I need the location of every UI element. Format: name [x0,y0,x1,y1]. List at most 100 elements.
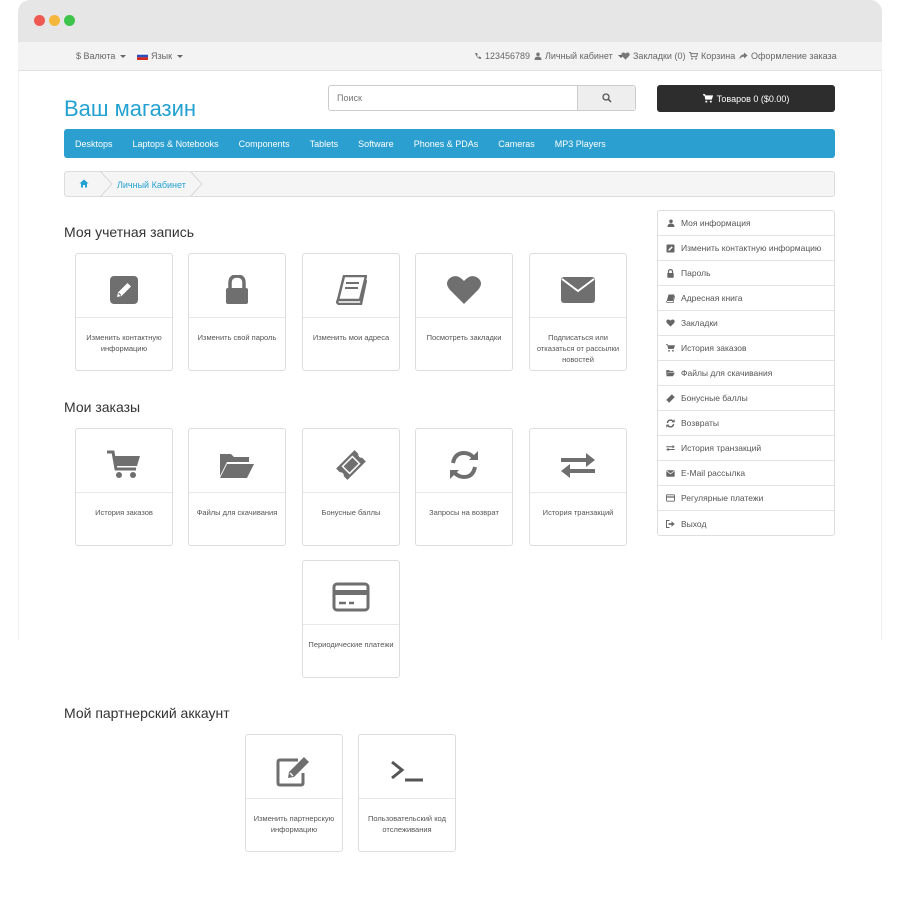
language-dropdown[interactable]: Язык [137,51,184,61]
refresh-icon [666,418,675,428]
breadcrumb: Личный Кабинет [64,171,835,197]
tile-returns[interactable]: Запросы на возврат [415,428,513,546]
section-title-affiliate: Мой партнерский аккаунт [64,705,230,721]
tile-tracking-code[interactable]: Пользовательский код отслеживания [358,734,456,852]
sidebar-item-label: E-Mail рассылка [681,468,746,478]
tile-divider [189,492,285,493]
tile-edit-contact-info[interactable]: Изменить контактную информацию [75,253,173,371]
lock-icon [667,268,674,278]
cart-icon [107,450,140,478]
edit-square-icon [666,244,675,252]
exchange-icon [666,445,675,452]
sidebar-item-label: Изменить контактную информацию [681,243,822,253]
phone-link[interactable]: 123456789 [474,51,530,61]
menu-item-cameras[interactable]: Cameras [498,139,535,149]
tile-label: Изменить контактную информацию [86,333,162,353]
heart-icon [621,52,630,60]
credit-card-icon [666,494,675,502]
search-button[interactable] [577,86,635,110]
sidebar-item-downloads[interactable]: Файлы для скачивания [658,361,834,386]
terminal-icon [391,760,423,782]
frame-left-border [18,70,19,640]
tile-transactions[interactable]: История транзакций [529,428,627,546]
sidebar-item-password[interactable]: Пароль [658,261,834,286]
tile-divider [246,798,342,799]
tile-label: Запросы на возврат [429,508,499,517]
sidebar-item-label: Бонусные баллы [681,393,748,403]
search-input[interactable] [329,86,579,110]
tile-divider [76,492,172,493]
sidebar-item-label: Адресная книга [681,293,743,303]
menu-item-phones[interactable]: Phones & PDAs [414,139,479,149]
tile-newsletter[interactable]: Подписаться или отказаться от рассылки н… [529,253,627,371]
sidebar-item-my-info[interactable]: Моя информация [658,211,834,236]
breadcrumb-current[interactable]: Личный Кабинет [117,180,186,190]
tile-divider [189,317,285,318]
share-arrow-icon [739,52,748,60]
cart-icon [689,52,698,60]
cart-link[interactable]: Корзина [689,51,735,61]
menu-item-components[interactable]: Components [239,139,290,149]
sidebar-item-recurring-payments[interactable]: Регулярные платежи [658,486,834,511]
section-title-orders: Мои заказы [64,399,141,415]
tile-downloads[interactable]: Файлы для скачивания [188,428,286,546]
tile-change-password[interactable]: Изменить свой пароль [188,253,286,371]
tile-edit-affiliate-info[interactable]: Изменить партнерскую информацию [245,734,343,852]
tile-label: Изменить мои адреса [312,333,390,342]
sidebar-item-transactions[interactable]: История транзакций [658,436,834,461]
folder-icon [666,370,675,377]
menu-item-mp3-players[interactable]: MP3 Players [555,139,606,149]
tile-label: История заказов [95,508,153,517]
cart-button[interactable]: Товаров 0 ($0.00) [657,85,835,112]
envelope-icon [666,469,675,477]
caret-down-icon [177,54,184,58]
home-icon[interactable] [79,179,89,188]
sidebar-item-label: Моя информация [681,218,751,228]
heart-icon [666,319,675,327]
tile-label: История транзакций [542,508,614,517]
currency-dropdown[interactable]: $ Валюта [76,51,127,61]
menu-item-laptops[interactable]: Laptops & Notebooks [133,139,219,149]
tile-edit-addresses[interactable]: Изменить мои адреса [302,253,400,371]
sidebar-item-label: Регулярные платежи [681,493,764,503]
tile-view-wishlist[interactable]: Посмотреть закладки [415,253,513,371]
folder-icon [220,454,254,478]
sidebar-item-logout[interactable]: Выход [658,511,834,536]
edit-pencil-icon [276,757,309,787]
tile-order-history[interactable]: История заказов [75,428,173,546]
sidebar-item-reward-points[interactable]: Бонусные баллы [658,386,834,411]
tile-label: Файлы для скачивания [196,508,278,517]
checkout-link[interactable]: Оформление заказа [739,51,837,61]
menu-item-tablets[interactable]: Tablets [310,139,339,149]
menu-item-software[interactable]: Software [358,139,394,149]
sidebar-item-newsletter[interactable]: E-Mail рассылка [658,461,834,486]
sidebar-item-label: Выход [681,518,707,529]
tile-divider [416,317,512,318]
menu-item-desktops[interactable]: Desktops [75,139,113,149]
sidebar-item-address-book[interactable]: Адресная книга [658,286,834,311]
tile-reward-points[interactable]: Бонусные баллы [302,428,400,546]
account-dropdown[interactable]: Личный кабинет [534,51,624,61]
wishlist-link[interactable]: Закладки (0) [621,51,685,61]
edit-square-icon [110,276,138,304]
sidebar-item-edit-contact[interactable]: Изменить контактную информацию [658,236,834,261]
sidebar-item-returns[interactable]: Возвраты [658,411,834,436]
store-logo[interactable]: Ваш магазин [64,96,196,122]
tile-recurring-payments[interactable]: Периодические платежи [302,560,400,678]
ticket-icon [666,393,675,403]
caret-down-icon [120,54,127,58]
lock-icon [226,275,248,304]
sidebar-item-order-history[interactable]: История заказов [658,336,834,361]
tile-divider [530,492,626,493]
ticket-icon [336,450,366,480]
browser-window-chrome [18,0,882,42]
tile-divider [303,624,399,625]
credit-card-icon [332,582,370,612]
tile-divider [76,317,172,318]
minimize-window-dot[interactable] [49,15,60,26]
close-window-dot[interactable] [34,15,45,26]
tile-divider [530,317,626,318]
sidebar-item-label: История транзакций [681,443,762,453]
maximize-window-dot[interactable] [64,15,75,26]
sidebar-item-wishlist[interactable]: Закладки [658,311,834,336]
